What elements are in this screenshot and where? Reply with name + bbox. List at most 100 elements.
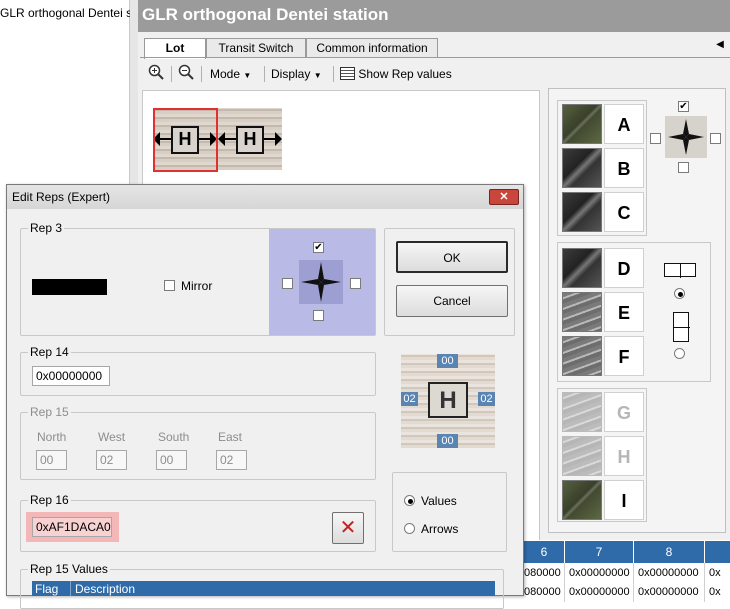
east-checkbox[interactable] — [710, 133, 721, 144]
toolbar-separator — [171, 66, 172, 82]
table-cell: 0x00000000 — [566, 563, 634, 583]
rep16-input[interactable]: 0xAF1DACA0 — [32, 517, 112, 537]
compass-icon — [665, 116, 707, 158]
values-radio[interactable] — [404, 495, 415, 506]
dialog-title: Edit Reps (Expert) — [7, 185, 523, 209]
show-rep-values-label: Show Rep values — [358, 67, 452, 81]
table-header[interactable]: 7 — [565, 541, 633, 563]
tile-thumb-b[interactable] — [562, 148, 602, 188]
tile-label-i[interactable]: I — [604, 480, 644, 520]
west-label: West — [98, 430, 126, 444]
chevron-down-icon: ▼ — [313, 71, 322, 80]
toolbar-separator — [333, 66, 334, 82]
north-label: North — [37, 430, 67, 444]
cancel-button[interactable]: Cancel — [396, 285, 508, 317]
display-menu[interactable]: Display ▼ — [271, 64, 331, 84]
tile-thumb-h[interactable] — [562, 436, 602, 476]
table-header[interactable]: 6 — [524, 541, 564, 563]
toolbar-separator — [201, 66, 202, 82]
west-checkbox[interactable] — [650, 133, 661, 144]
tile-letter: H — [236, 126, 264, 154]
chevron-down-icon: ▼ — [243, 71, 252, 80]
rep14-legend: Rep 14 — [28, 345, 71, 359]
close-icon[interactable]: ✕ — [489, 189, 519, 205]
table-cell: 0x00000000 — [635, 563, 705, 583]
tile-label-d[interactable]: D — [604, 248, 644, 288]
rep3-bar-preview — [32, 279, 107, 295]
preview-letter: H — [428, 382, 468, 418]
tile-thumb-f[interactable] — [562, 336, 602, 376]
rep3-west-checkbox[interactable] — [282, 278, 293, 289]
tab-common-information[interactable]: Common information — [306, 38, 438, 58]
arrows-label: Arrows — [421, 522, 459, 536]
delete-icon: ✕ — [339, 517, 357, 539]
mirror-label: Mirror — [181, 279, 213, 293]
column-header-flag[interactable]: Flag — [35, 582, 58, 596]
table-icon — [340, 67, 355, 80]
arrows-radio[interactable] — [404, 523, 415, 534]
horizontal-layout-icon — [664, 263, 696, 278]
zoom-in-icon[interactable] — [148, 64, 166, 84]
column-header-description[interactable]: Description — [75, 582, 135, 596]
south-input[interactable]: 00 — [156, 450, 187, 470]
table-cell: 0x — [709, 567, 721, 579]
preview-south-value: 00 — [437, 434, 458, 448]
table-header[interactable]: 8 — [634, 541, 704, 563]
tile-thumb-d[interactable] — [562, 248, 602, 288]
table-cell: 0x00000000 — [635, 582, 705, 602]
rep3-north-checkbox[interactable]: ✔ — [313, 242, 324, 253]
tab-divider — [140, 57, 730, 58]
zoom-out-icon[interactable] — [178, 64, 196, 84]
tile-thumb-i[interactable] — [562, 480, 602, 520]
tile-label-a[interactable]: A — [604, 104, 644, 144]
toolbar-separator — [264, 66, 265, 82]
table-header[interactable] — [705, 541, 730, 563]
tile-label-f[interactable]: F — [604, 336, 644, 376]
rep14-input[interactable]: 0x00000000 — [32, 366, 110, 386]
rep16-legend: Rep 16 — [28, 493, 71, 507]
mode-label: Mode — [210, 67, 241, 81]
rep3-legend: Rep 3 — [28, 221, 65, 235]
column-divider — [70, 581, 71, 596]
tab-scroll-left-icon[interactable]: ◀ — [713, 37, 727, 53]
clear-rep16-button[interactable]: ✕ — [332, 512, 364, 544]
show-rep-values-button[interactable]: Show Rep values — [340, 64, 470, 84]
rep15-values-legend: Rep 15 Values — [28, 562, 110, 576]
tab-transit-switch[interactable]: Transit Switch — [206, 38, 306, 58]
compass-icon — [299, 260, 343, 304]
display-mode-group — [392, 472, 507, 552]
west-input[interactable]: 02 — [96, 450, 127, 470]
ok-button[interactable]: OK — [396, 241, 508, 273]
tile-thumb-a[interactable] — [562, 104, 602, 144]
east-input[interactable]: 02 — [216, 450, 247, 470]
tile-thumb-e[interactable] — [562, 292, 602, 332]
tree-item-station[interactable]: GLR orthogonal Dentei station — [0, 6, 130, 20]
tab-lot[interactable]: Lot — [144, 38, 206, 59]
selection-box — [153, 108, 218, 172]
lot-tile[interactable]: H — [218, 108, 282, 170]
preview-west-value: 02 — [401, 392, 418, 406]
vertical-layout-radio[interactable] — [674, 348, 685, 359]
tile-label-h[interactable]: H — [604, 436, 644, 476]
rep3-south-checkbox[interactable] — [313, 310, 324, 321]
south-label: South — [158, 430, 190, 444]
north-checkbox[interactable]: ✔ — [678, 101, 689, 112]
tile-label-b[interactable]: B — [604, 148, 644, 188]
tile-label-g[interactable]: G — [604, 392, 644, 432]
south-checkbox[interactable] — [678, 162, 689, 173]
horizontal-layout-radio[interactable] — [674, 288, 685, 299]
tile-thumb-g[interactable] — [562, 392, 602, 432]
rep3-east-checkbox[interactable] — [350, 278, 361, 289]
tile-label-c[interactable]: C — [604, 192, 644, 232]
east-label: East — [218, 430, 243, 444]
table-cell: 080000 — [524, 582, 565, 602]
north-input[interactable]: 00 — [36, 450, 67, 470]
mode-menu[interactable]: Mode ▼ — [210, 64, 262, 84]
values-label: Values — [421, 494, 457, 508]
display-label: Display — [271, 67, 311, 81]
mirror-checkbox[interactable] — [164, 280, 175, 291]
tile-thumb-c[interactable] — [562, 192, 602, 232]
table-cell: 080000 — [524, 563, 565, 583]
tile-label-e[interactable]: E — [604, 292, 644, 332]
preview-north-value: 00 — [437, 354, 458, 368]
